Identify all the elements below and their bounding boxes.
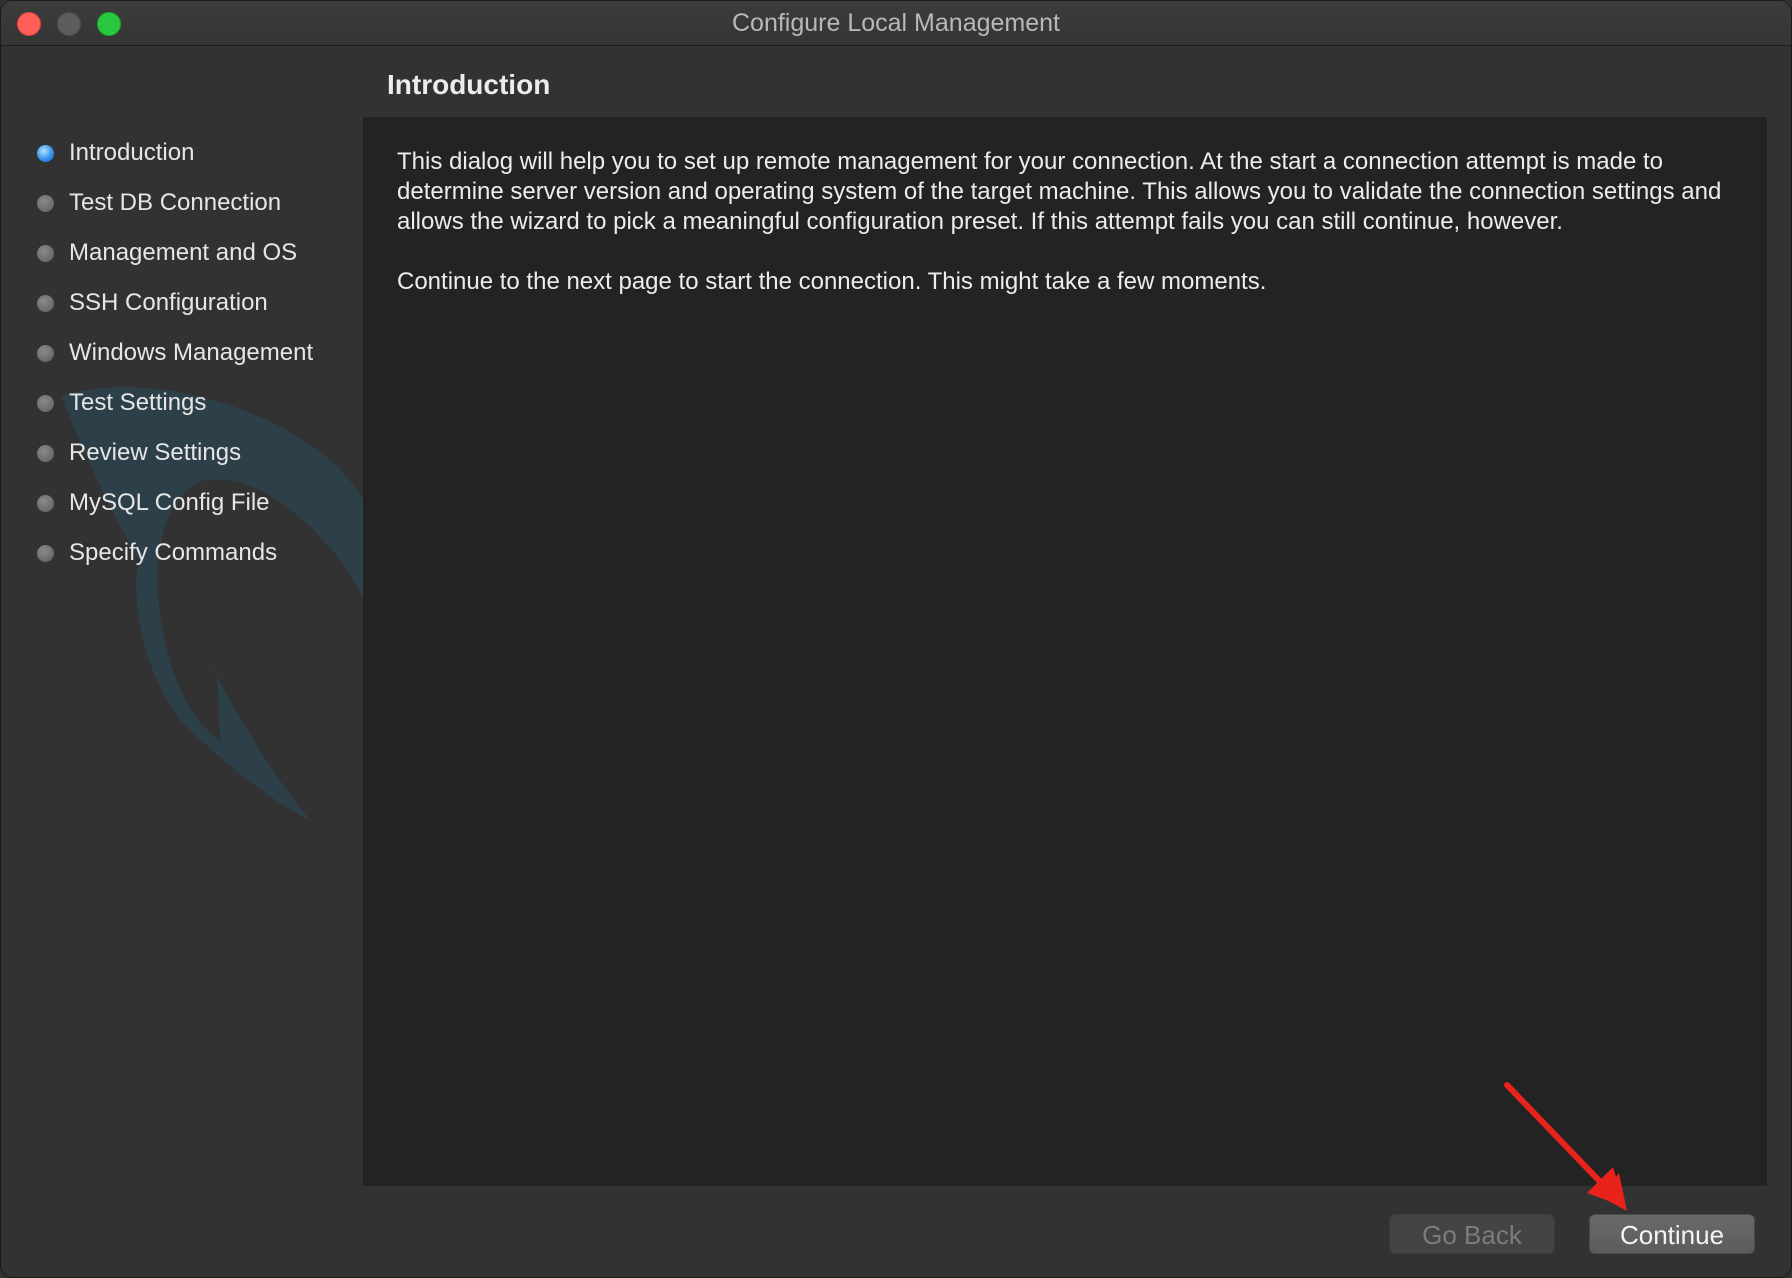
intro-paragraph: Continue to the next page to start the c… [397, 268, 1267, 295]
wizard-steps-sidebar: Introduction Test DB Connection Manageme… [1, 46, 363, 1277]
step-ssh-configuration[interactable]: SSH Configuration [37, 286, 268, 320]
step-label: Review Settings [69, 439, 242, 466]
step-indicator-icon [37, 194, 54, 212]
step-indicator-icon [37, 444, 54, 462]
step-specify-commands[interactable]: Specify Commands [37, 536, 277, 570]
content-panel: This dialog will help you to set up remo… [363, 117, 1767, 1186]
step-label: Management and OS [69, 239, 298, 266]
continue-button[interactable]: Continue [1589, 1214, 1755, 1254]
window-title: Configure Local Management [732, 9, 1060, 37]
step-management-and-os[interactable]: Management and OS [37, 236, 297, 270]
step-introduction[interactable]: Introduction [37, 136, 194, 170]
step-active-indicator-icon [37, 144, 54, 162]
step-label: Windows Management [69, 339, 314, 366]
intro-paragraph: This dialog will help you to set up remo… [397, 148, 1722, 235]
step-test-db-connection[interactable]: Test DB Connection [37, 186, 281, 220]
step-indicator-icon [37, 544, 54, 562]
step-label: Specify Commands [69, 539, 278, 566]
step-indicator-icon [37, 344, 54, 362]
step-label: SSH Configuration [69, 289, 268, 316]
step-indicator-icon [37, 494, 54, 512]
step-label: Test DB Connection [69, 189, 282, 216]
page-title: Introduction [387, 69, 551, 100]
step-review-settings[interactable]: Review Settings [37, 436, 241, 470]
step-indicator-icon [37, 244, 54, 262]
go-back-button[interactable]: Go Back [1389, 1214, 1555, 1254]
step-mysql-config-file[interactable]: MySQL Config File [37, 486, 270, 520]
step-label: MySQL Config File [69, 489, 270, 516]
step-windows-management[interactable]: Windows Management [37, 336, 313, 370]
step-test-settings[interactable]: Test Settings [37, 386, 206, 420]
step-indicator-icon [37, 294, 54, 312]
step-indicator-icon [37, 394, 54, 412]
step-label: Introduction [69, 139, 195, 166]
title-bar: Configure Local Management [1, 1, 1791, 46]
wizard-window: Configure Local Management Introduction … [0, 0, 1792, 1278]
intro-text: This dialog will help you to set up remo… [397, 147, 1737, 327]
step-label: Test Settings [69, 389, 207, 416]
